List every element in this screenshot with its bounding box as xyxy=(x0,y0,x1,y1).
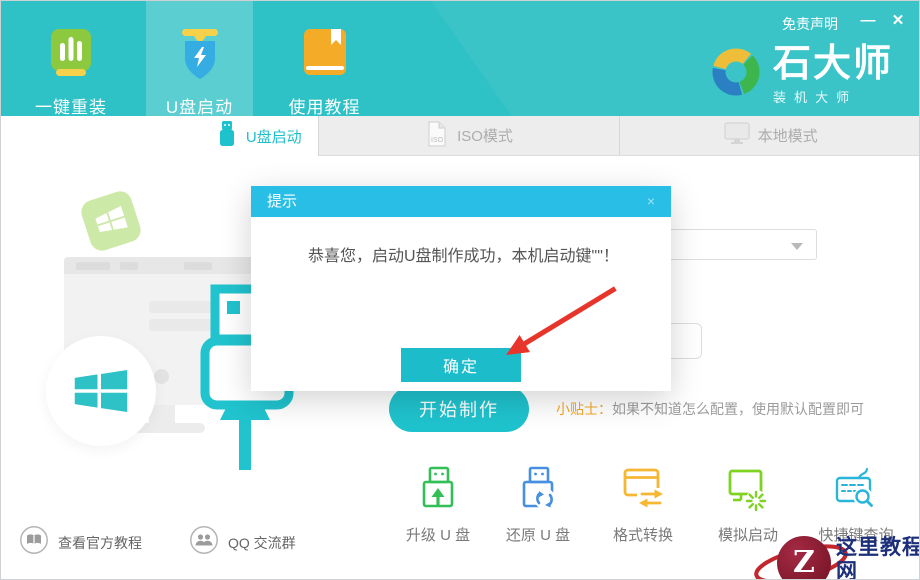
usb-restore-icon xyxy=(515,465,561,520)
usb-boot-shield-icon xyxy=(175,27,225,86)
official-tutorial-link[interactable]: 查看官方教程 xyxy=(19,525,142,560)
svg-text:ISO: ISO xyxy=(431,137,444,144)
tutorial-book-icon xyxy=(303,27,347,86)
chevron-down-icon xyxy=(791,243,803,250)
windows-flag-icon xyxy=(73,363,129,419)
nav-item-usb-boot[interactable]: U盘启动 xyxy=(146,1,253,116)
start-create-button[interactable]: 开始制作 xyxy=(389,386,529,432)
format-convert-icon xyxy=(620,465,666,520)
nav-item-label: 一键重装 xyxy=(35,93,107,116)
nav-item-one-key-reinstall[interactable]: 一键重装 xyxy=(23,1,119,116)
link-label: QQ 交流群 xyxy=(228,533,296,553)
disclaimer-link[interactable]: 免责声明 xyxy=(782,14,838,34)
watermark-letter: Z xyxy=(793,548,815,578)
simulate-boot-icon xyxy=(725,465,771,520)
dialog-message: 恭喜您，启动U盘制作成功，本机启动键""！ xyxy=(308,242,619,266)
windows-badge-decor xyxy=(46,336,156,446)
tool-label: 还原 U 盘 xyxy=(506,524,570,545)
confirm-button[interactable]: 确定 xyxy=(401,348,521,382)
tip-text: 如果不知道怎么配置，使用默认配置即可 xyxy=(612,401,864,417)
windows-tile-decor xyxy=(78,188,144,254)
brand-subtitle: 装机大师 xyxy=(773,87,893,106)
mode-tabbar: U盘启动 ISO ISO模式 本地模式 xyxy=(1,116,920,156)
nav-item-label: U盘启动 xyxy=(166,93,233,116)
tool-label: 升级 U 盘 xyxy=(406,524,470,545)
brand-swirl-icon xyxy=(707,43,765,106)
tip-label: 小贴士： xyxy=(556,401,612,417)
nav-item-label: 使用教程 xyxy=(289,93,361,116)
usb-drive-icon xyxy=(216,120,238,152)
iso-file-icon: ISO xyxy=(425,120,449,152)
windows-flag-icon xyxy=(92,202,130,240)
tab-usb-boot[interactable]: U盘启动 xyxy=(1,116,318,156)
reinstall-chart-icon xyxy=(50,27,92,86)
header: 一键重装 U盘启动 使用教程 xyxy=(1,1,920,116)
link-label: 查看官方教程 xyxy=(58,533,142,553)
tool-upgrade-usb[interactable]: 升级 U 盘 xyxy=(390,465,486,545)
dialog-close-icon[interactable]: × xyxy=(641,186,661,217)
qq-group-link[interactable]: QQ 交流群 xyxy=(189,525,296,560)
monitor-icon xyxy=(724,121,750,151)
dialog-title: 提示 xyxy=(267,193,297,210)
nav-item-tutorial[interactable]: 使用教程 xyxy=(276,1,373,116)
brand-name: 石大师 xyxy=(773,43,893,85)
watermark-site-name: 这里教程网 xyxy=(836,536,920,580)
tab-label: U盘启动 xyxy=(246,126,302,147)
close-button[interactable]: ✕ xyxy=(887,10,909,32)
success-dialog: 提示 × 恭喜您，启动U盘制作成功，本机启动键""！ 确定 xyxy=(251,186,671,391)
book-circle-icon xyxy=(19,525,49,560)
tab-iso-mode[interactable]: ISO ISO模式 xyxy=(318,116,620,156)
usb-upgrade-icon xyxy=(415,465,461,520)
brand-logo: 石大师 装机大师 xyxy=(707,43,893,106)
tab-local-mode[interactable]: 本地模式 xyxy=(619,116,920,156)
app-window: 一键重装 U盘启动 使用教程 xyxy=(0,0,920,580)
site-watermark: Z 这里教程网 herecours.com xyxy=(743,528,920,580)
tool-label: 格式转换 xyxy=(613,524,673,545)
tool-format-convert[interactable]: 格式转换 xyxy=(595,465,691,545)
minimize-button[interactable]: — xyxy=(857,10,879,32)
tab-label: ISO模式 xyxy=(457,125,513,146)
tip-row: 小贴士：如果不知道怎么配置，使用默认配置即可 xyxy=(556,399,864,419)
dialog-titlebar: 提示 × xyxy=(251,186,671,217)
users-circle-icon xyxy=(189,525,219,560)
hotkey-query-icon xyxy=(833,465,879,520)
tab-label: 本地模式 xyxy=(758,125,818,146)
tool-restore-usb[interactable]: 还原 U 盘 xyxy=(490,465,586,545)
